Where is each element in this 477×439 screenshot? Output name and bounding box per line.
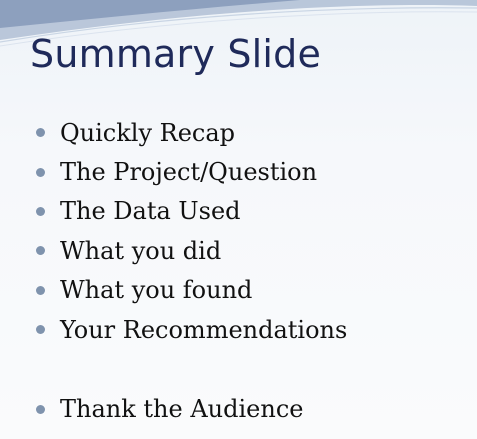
bullet-text: Thank the Audience: [60, 395, 304, 424]
list-item: Quickly Recap: [36, 113, 347, 152]
bullet-text: The Data Used: [60, 197, 241, 226]
bullet-text: Your Recommendations: [60, 315, 348, 344]
list-item: The Data Used: [36, 192, 347, 231]
bullet-list: Quickly Recap The Project/Question The D…: [36, 113, 347, 429]
bullet-marker-icon: [36, 285, 45, 295]
slide-title: Summary Slide: [30, 32, 322, 76]
list-item: Your Recommendations: [36, 310, 347, 349]
bullet-text: Quickly Recap: [60, 118, 236, 147]
bullet-text: The Project/Question: [60, 158, 318, 187]
closing-list-item: Thank the Audience: [36, 389, 347, 428]
bullet-text: What you found: [60, 276, 253, 305]
bullet-marker-icon: [36, 325, 45, 335]
slide: Summary Slide Quickly Recap The Project/…: [0, 0, 477, 439]
bullet-text: What you did: [60, 236, 222, 265]
list-item: What you found: [36, 271, 347, 310]
bullet-marker-icon: [36, 206, 45, 216]
bullet-marker-icon: [36, 128, 45, 138]
bullet-marker-icon: [36, 404, 45, 414]
bullet-marker-icon: [36, 167, 45, 177]
list-item: The Project/Question: [36, 152, 347, 191]
bullet-marker-icon: [36, 246, 45, 256]
list-item: What you did: [36, 231, 347, 270]
